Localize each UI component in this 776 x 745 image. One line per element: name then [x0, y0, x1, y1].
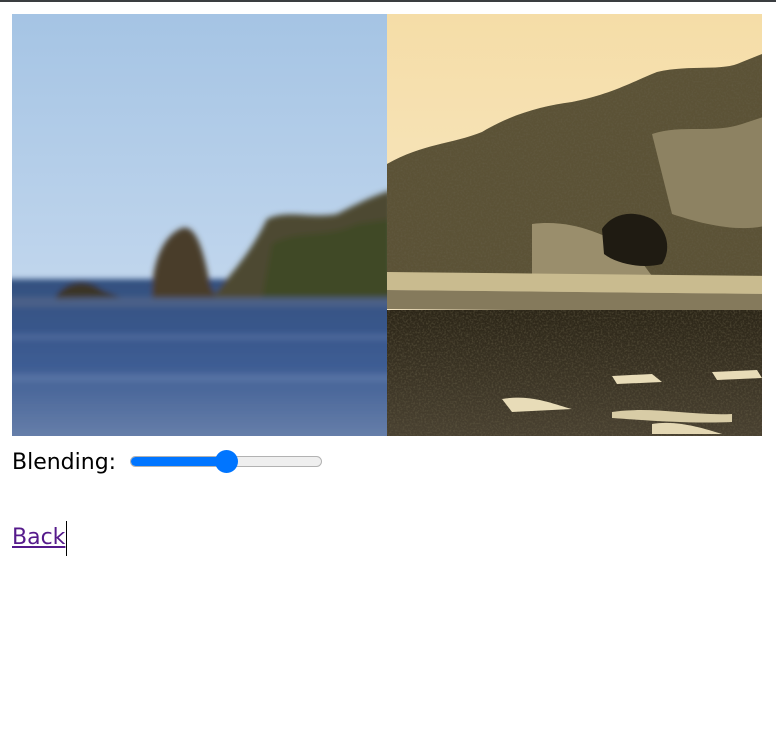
right-image-sepia: [387, 14, 762, 436]
left-image-blurred: [12, 14, 387, 436]
blending-label: Blending:: [12, 450, 117, 475]
back-link[interactable]: Back: [12, 522, 65, 554]
blending-slider-thumb[interactable]: [215, 450, 239, 473]
image-compare-view: [12, 14, 762, 436]
blending-slider[interactable]: [130, 448, 323, 478]
text-cursor: [66, 521, 67, 556]
blending-control: Blending:: [12, 448, 323, 478]
window-top-border: [0, 0, 776, 2]
blending-slider-fill: [131, 457, 228, 466]
